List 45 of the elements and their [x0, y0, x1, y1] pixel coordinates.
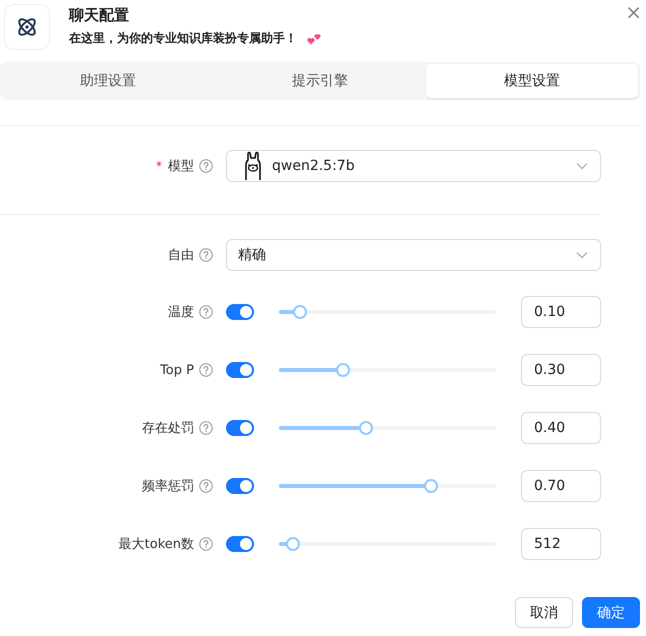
select-value: qwen2.5:7b	[272, 158, 356, 174]
chevron-down-icon	[576, 251, 588, 259]
tab[interactable]: 提示引擎	[214, 64, 426, 98]
dialog-subtitle: 在这里，为你的专业知识库装扮专属助手！	[69, 30, 297, 47]
slider-handle[interactable]	[424, 479, 438, 493]
slider-handle[interactable]	[358, 421, 373, 435]
toggle-switch[interactable]	[226, 536, 254, 552]
confirm-button[interactable]: 确定	[582, 597, 640, 628]
close-button[interactable]: ×	[623, 0, 644, 24]
help-icon	[199, 421, 213, 435]
toggle-switch[interactable]	[226, 478, 254, 494]
number-input[interactable]: 0.10	[521, 296, 601, 328]
help-icon	[199, 537, 213, 551]
select-value: 精确	[238, 246, 267, 264]
model-select[interactable]: qwen2.5:7b	[226, 150, 601, 182]
slider-handle[interactable]	[336, 363, 350, 377]
number-input[interactable]: 512	[521, 528, 601, 560]
slider-handle[interactable]	[286, 537, 300, 551]
field-label: 自由	[168, 247, 194, 264]
help-icon	[199, 248, 213, 262]
slider-handle[interactable]	[293, 305, 308, 319]
field-label: 模型	[168, 158, 194, 175]
tab[interactable]: 助理设置	[2, 64, 214, 98]
toggle-switch[interactable]	[226, 362, 254, 378]
model-select[interactable]: 精确	[226, 239, 601, 271]
number-input[interactable]: 0.40	[521, 412, 601, 444]
help-icon	[199, 159, 213, 173]
number-input[interactable]: 0.70	[521, 470, 601, 502]
field-label: Top P	[160, 362, 194, 378]
field-label: 最大token数	[118, 536, 194, 553]
help-icon	[199, 363, 213, 377]
toggle-switch[interactable]	[226, 420, 254, 436]
dialog-title: 聊天配置	[69, 6, 130, 25]
help-icon	[199, 305, 213, 319]
field-label: 温度	[168, 304, 194, 321]
field-label: 存在处罚	[142, 420, 194, 437]
toggle-switch[interactable]	[226, 304, 254, 320]
number-input[interactable]: 0.30	[521, 354, 601, 386]
required-mark: *	[156, 159, 162, 173]
cancel-button[interactable]: 取消	[515, 597, 573, 628]
field-label: 频率惩罚	[142, 478, 194, 495]
chevron-down-icon	[576, 162, 588, 170]
tab[interactable]: 模型设置	[426, 64, 638, 98]
hearts-icon	[307, 32, 322, 45]
help-icon	[199, 479, 213, 493]
